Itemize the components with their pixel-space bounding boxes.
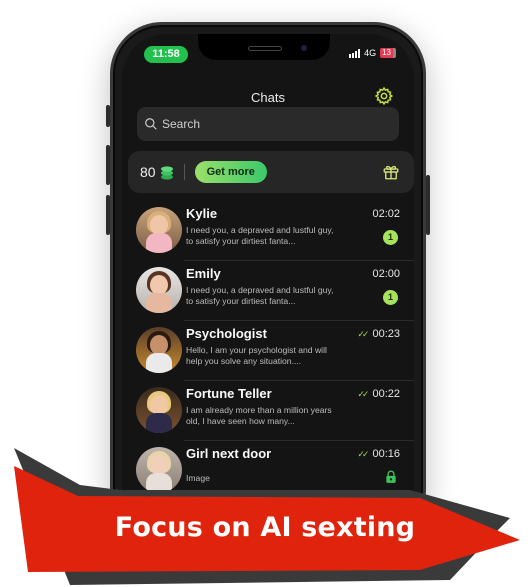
ribbon-shape xyxy=(14,448,520,585)
avatar xyxy=(136,387,182,433)
search-input[interactable]: Search xyxy=(137,107,399,141)
chat-time-value: 00:22 xyxy=(372,388,400,400)
signal-icon xyxy=(349,48,361,58)
chat-name: Psychologist xyxy=(186,326,267,341)
double-check-icon: ✓✓ xyxy=(357,328,369,339)
page-title: Chats xyxy=(251,90,285,105)
chat-preview: I am already more than a million years o… xyxy=(186,405,332,426)
status-time: 11:58 xyxy=(144,46,188,63)
unread-badge: 1 xyxy=(383,230,398,245)
chat-preview: I need you, a depraved and lustful guy, … xyxy=(186,285,334,306)
chat-name: Fortune Teller xyxy=(186,386,272,401)
chat-time-value: 00:23 xyxy=(372,328,400,340)
double-check-icon: ✓✓ xyxy=(357,388,369,399)
chat-time: 02:02 xyxy=(372,208,400,220)
gear-icon[interactable] xyxy=(374,86,394,106)
avatar xyxy=(136,327,182,373)
battery-icon: 13 xyxy=(380,48,396,58)
search-placeholder: Search xyxy=(162,117,201,131)
volume-down-button xyxy=(106,195,110,235)
avatar xyxy=(136,207,182,253)
gift-icon[interactable] xyxy=(382,163,400,181)
network-type: 4G xyxy=(364,48,377,58)
promo-stage: 11:58 4G 13 Chats Search 80 Get more Kyl… xyxy=(0,0,530,587)
chat-item-psychologist[interactable]: Psychologist Hello, I am your psychologi… xyxy=(122,320,414,380)
silent-switch xyxy=(106,105,110,127)
status-indicators: 4G 13 xyxy=(349,48,396,58)
volume-up-button xyxy=(106,145,110,185)
chat-time: ✓✓ 00:23 xyxy=(357,328,400,340)
balance-bar: 80 Get more xyxy=(128,151,414,193)
coin-balance: 80 xyxy=(140,164,156,180)
chat-time: ✓✓ 00:22 xyxy=(357,388,400,400)
chat-preview: I need you, a depraved and lustful guy, … xyxy=(186,225,334,246)
power-button xyxy=(426,175,430,235)
banner-text: Focus on AI sexting xyxy=(114,512,416,543)
chat-item-emily[interactable]: Emily I need you, a depraved and lustful… xyxy=(122,260,414,320)
notch xyxy=(198,34,330,60)
chat-preview: Hello, I am your psychologist and will h… xyxy=(186,345,327,366)
front-camera xyxy=(301,45,307,51)
promo-banner: Focus on AI sexting xyxy=(0,430,530,587)
chat-name: Emily xyxy=(186,266,221,281)
chat-time: 02:00 xyxy=(372,268,400,280)
chat-name: Kylie xyxy=(186,206,218,221)
avatar xyxy=(136,267,182,313)
chat-item-kylie[interactable]: Kylie I need you, a depraved and lustful… xyxy=(122,200,414,260)
get-more-button[interactable]: Get more xyxy=(194,161,267,183)
search-icon xyxy=(145,118,157,130)
coins-icon xyxy=(160,166,173,180)
speaker xyxy=(248,46,282,51)
divider xyxy=(183,164,185,180)
unread-badge: 1 xyxy=(383,290,398,305)
